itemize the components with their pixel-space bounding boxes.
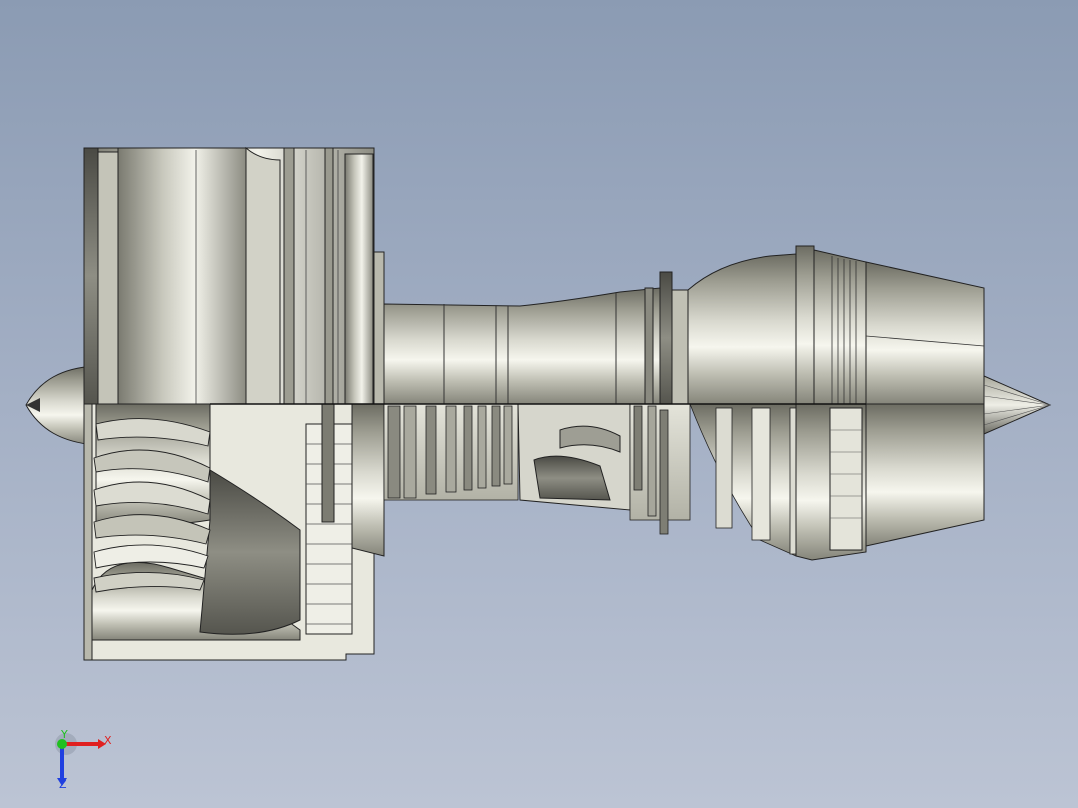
x-axis-label: X [104,734,112,747]
turbofan-engine-model[interactable] [0,0,1078,808]
y-axis-label: Y [61,728,68,741]
orientation-triad: X Y Z [48,728,118,792]
core-cowl [373,251,689,405]
fan-casing [83,146,375,405]
exhaust-nozzle-lower [795,403,985,561]
exhaust-plug [983,375,1052,435]
outlet-guide-vanes [305,403,353,635]
z-axis-label: Z [59,778,67,791]
turbine-stages [629,403,811,557]
section-cut [83,403,985,661]
combustor [517,403,631,511]
compressor-stages [383,403,519,501]
turbine-casing [687,245,985,405]
cad-viewport[interactable]: X Y Z [0,0,1078,808]
